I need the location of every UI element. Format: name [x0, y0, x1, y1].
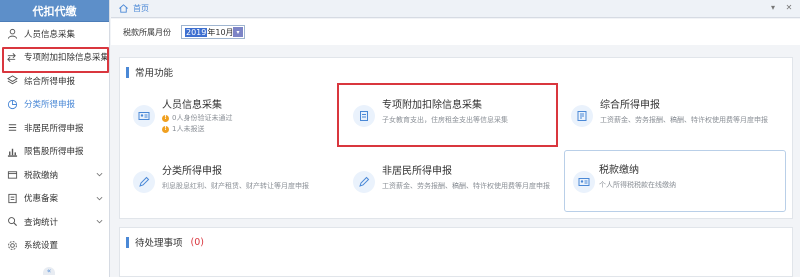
sidebar-item-restricted-shares[interactable]: 限售股所得申报: [0, 140, 109, 164]
card-icon: [573, 171, 595, 193]
card-nonresident-income[interactable]: 非居民所得申报 工资薪金、劳务报酬、稿酬、特许权使用费等月度申报: [340, 152, 552, 210]
card-classified-income[interactable]: 分类所得申报 利息股息红利、财产租赁、财产转让等月度申报: [120, 152, 332, 210]
card-comprehensive-income[interactable]: 综合所得申报 工资薪金、劳务报酬、稿酬、特许权使用费等月度申报: [558, 86, 770, 144]
card-tax-payment[interactable]: 税款缴纳 个人所得税税款在线缴纳: [564, 150, 786, 212]
sidebar-item-label: 非居民所得申报: [24, 123, 84, 134]
chevron-down-icon: [96, 196, 103, 200]
card-warning: ! 1人未报送: [162, 124, 204, 134]
card-description: 工资薪金、劳务报酬、稿酬、特许权使用费等月度申报: [382, 182, 550, 190]
card-description: 工资薪金、劳务报酬、稿酬、特许权使用费等月度申报: [600, 116, 768, 124]
sidebar-item-tax-payment[interactable]: 税款缴纳: [0, 163, 109, 187]
card-title: 人员信息采集: [162, 100, 222, 111]
report-icon: [571, 105, 593, 127]
layers-icon: [6, 75, 18, 87]
chevron-down-icon[interactable]: ▾: [768, 3, 778, 12]
menu-icon: [6, 122, 18, 134]
card-warning: ! 0人身份验证未通过: [162, 113, 232, 123]
card-warning-text: 1人未报送: [172, 125, 205, 133]
tab-home-label: 首页: [133, 4, 149, 13]
wallet-icon: [6, 169, 18, 181]
chevron-down-icon: [96, 172, 103, 177]
pending-items-title: 待处理事项 (0): [126, 235, 204, 249]
sidebar-item-system-settings[interactable]: 系统设置: [0, 234, 109, 258]
pending-count: (0): [190, 236, 204, 248]
id-card-icon: [133, 105, 155, 127]
common-functions-title: 常用功能: [126, 65, 173, 79]
sidebar-item-comprehensive-income[interactable]: 综合所得申报: [0, 69, 109, 93]
highlight-box: [337, 83, 558, 147]
warning-icon: !: [162, 125, 169, 133]
sidebar-item-nonresident-income[interactable]: 非居民所得申报: [0, 116, 109, 140]
edit-icon: [133, 171, 155, 193]
window-controls: ▾ ✕: [768, 3, 794, 12]
card-title: 非居民所得申报: [382, 166, 452, 177]
title-accent-bar: [126, 236, 129, 248]
tab-bar: 首页 ▾ ✕: [111, 0, 800, 18]
card-title: 综合所得申报: [600, 100, 660, 111]
person-icon: [6, 28, 18, 40]
section-title-text: 待处理事项: [135, 238, 183, 249]
warning-icon: !: [162, 114, 169, 122]
sidebar-item-label: 系统设置: [24, 241, 59, 252]
card-title: 分类所得申报: [162, 166, 222, 177]
sidebar-item-label: 优惠备案: [24, 194, 59, 205]
sidebar-item-label: 限售股所得申报: [24, 147, 84, 158]
tax-month-value-rest: 年10月: [207, 27, 234, 37]
transfer-icon: [6, 51, 18, 63]
home-icon: [119, 4, 128, 13]
sidebar-item-label: 税款缴纳: [24, 170, 59, 181]
pending-items-panel: 待处理事项 (0): [119, 227, 793, 277]
common-functions-panel: 常用功能 人员信息采集 ! 0人身份验证未通过 ! 1人未报送 专项附加扣除信息采集…: [119, 57, 793, 219]
tax-month-label: 税款所属月份: [123, 27, 171, 37]
card-description: 个人所得税税款在线缴纳: [599, 181, 676, 189]
pie-icon: [6, 98, 18, 110]
sidebar-collapse-button[interactable]: «: [43, 267, 55, 275]
sidebar-item-query-statistics[interactable]: 查询统计: [0, 210, 109, 234]
sidebar-item-label: 人员信息采集: [24, 29, 76, 40]
sidebar-item-label: 查询统计: [24, 217, 59, 228]
sidebar: 代扣代缴 人员信息采集 专项附加扣除信息采集 综合所得申报 分类所得申报 非居民…: [0, 0, 110, 277]
edit-icon: [353, 171, 375, 193]
tab-home[interactable]: 首页: [111, 3, 149, 14]
section-title-text: 常用功能: [135, 68, 174, 79]
bar-chart-icon: [6, 145, 18, 157]
sidebar-item-preferential-filing[interactable]: 优惠备案: [0, 187, 109, 211]
tax-month-field[interactable]: 2019 年10月 ▾: [181, 25, 245, 39]
sidebar-title: 代扣代缴: [0, 0, 109, 22]
card-title: 税款缴纳: [599, 165, 639, 176]
filter-bar: 税款所属月份 2019 年10月 ▾: [111, 19, 800, 45]
card-personnel-info[interactable]: 人员信息采集 ! 0人身份验证未通过 ! 1人未报送: [120, 86, 332, 144]
sidebar-item-label: 综合所得申报: [24, 76, 76, 87]
calendar-dropdown-icon[interactable]: ▾: [233, 27, 243, 37]
sidebar-item-label: 分类所得申报: [24, 100, 76, 111]
sidebar-item-special-deduction[interactable]: 专项附加扣除信息采集: [0, 46, 109, 72]
card-description: 利息股息红利、财产租赁、财产转让等月度申报: [162, 182, 309, 190]
sidebar-item-personnel-info[interactable]: 人员信息采集: [0, 22, 109, 46]
gear-icon: [6, 239, 18, 251]
tax-month-year-selected: 2019: [185, 27, 208, 37]
card-warning-text: 0人身份验证未通过: [172, 114, 233, 122]
search-icon: [6, 216, 18, 228]
title-accent-bar: [126, 66, 129, 78]
close-icon[interactable]: ✕: [784, 3, 794, 12]
sidebar-item-label: 专项附加扣除信息采集: [23, 53, 109, 64]
sidebar-item-classified-income[interactable]: 分类所得申报: [0, 93, 109, 117]
chevron-down-icon: [96, 219, 103, 224]
document-icon: [6, 192, 18, 204]
